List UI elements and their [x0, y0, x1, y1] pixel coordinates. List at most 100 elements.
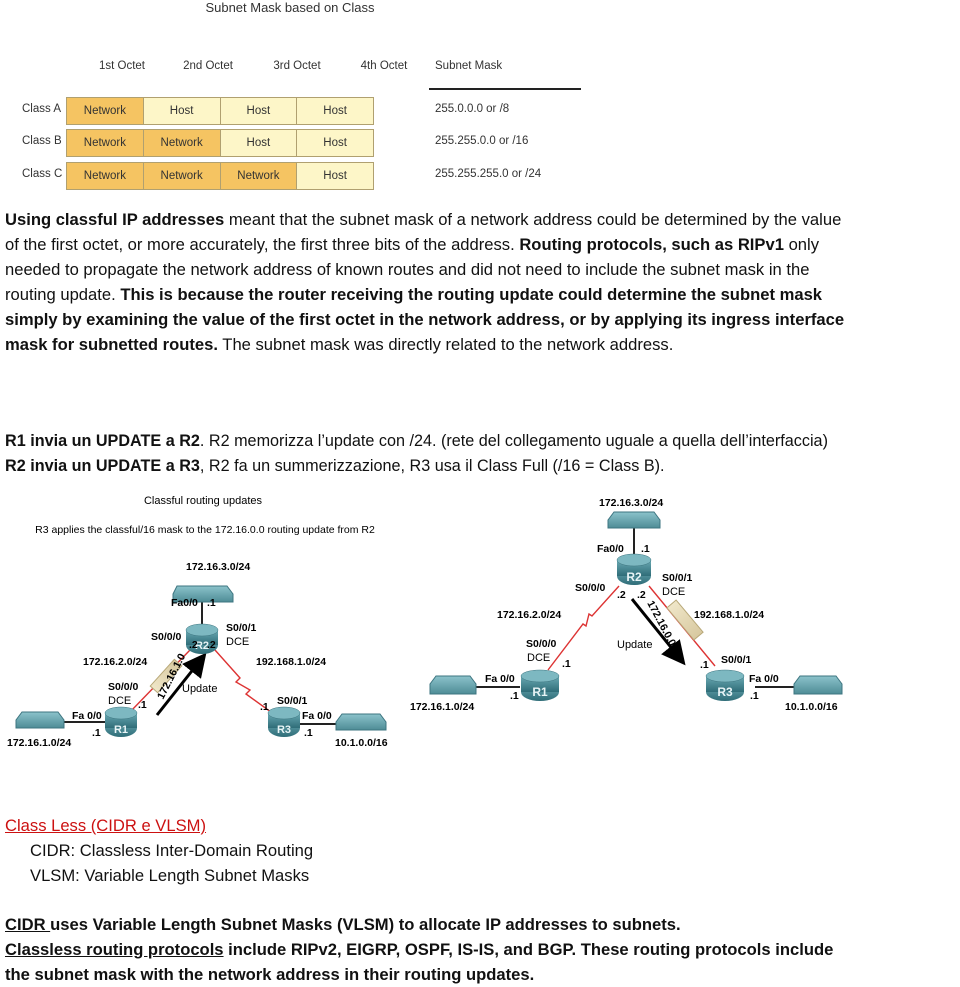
net-label: 10.1.0.0/16 [785, 701, 838, 713]
host-cell: Host [220, 98, 297, 124]
net-label-top: 172.16.3.0/24 [186, 561, 250, 573]
switch-icon: 172.16.3.0/24 [599, 497, 663, 529]
iface-label: Fa 0/0 [302, 710, 332, 722]
iface-label: Fa0/0 [597, 543, 624, 555]
text: only [783, 235, 820, 254]
update-label: Update [617, 639, 652, 651]
text: of the first octet, or more accurately, … [5, 235, 520, 254]
ip-label: .1 [750, 690, 759, 702]
bold-text: uses Variable Length Subnet Masks (VLSM)… [50, 915, 681, 934]
net-label: 192.168.1.0/24 [694, 609, 764, 621]
subnet-mask-value: 255.0.0.0 or /8 [435, 103, 510, 115]
diagram-subtitle: R3 applies the classful/16 mask to the 1… [35, 524, 375, 536]
iface-label: Fa 0/0 [72, 710, 102, 722]
diagram-title: Classful routing updates [144, 495, 263, 507]
ip-label: .2 [617, 589, 626, 601]
diagram-left: Classful routing updates R3 applies the … [7, 495, 388, 749]
iface-label: S0/0/0 [108, 681, 139, 693]
iface-label: S0/0/0 [526, 638, 557, 650]
network-cell: Network [67, 163, 143, 189]
header-2nd-octet: 2nd Octet [183, 60, 233, 72]
bold-text: the subnet mask with the network address… [5, 965, 535, 984]
switch-icon [429, 675, 477, 695]
bold-text: This is because the router receiving the… [120, 285, 823, 304]
class-label: Class A [22, 103, 61, 115]
ip-label: .1 [138, 699, 147, 711]
text: The subnet mask was directly related to … [218, 335, 674, 354]
text: meant that the subnet mask of a network … [224, 210, 842, 229]
link-r1-r2 [547, 585, 620, 671]
text: routing update. [5, 285, 121, 304]
network-cell: Network [143, 163, 220, 189]
header-subnet-mask: Subnet Mask [435, 60, 503, 72]
ip-label: .1 [562, 658, 571, 670]
header-underline [429, 88, 581, 90]
ip-label: .1 [700, 659, 709, 671]
classless-paragraph: CIDR uses Variable Length Subnet Masks (… [5, 912, 957, 987]
router-r1-icon: R1 [104, 706, 138, 737]
iface-label: S0/0/0 [575, 582, 606, 594]
router-r1-icon: R1 [520, 669, 560, 701]
ip-label: .1 [92, 727, 101, 739]
bold-text: include RIPv2, EIGRP, OSPF, IS-IS, and B… [223, 940, 834, 959]
update-label: Update [182, 683, 217, 695]
router-label: R3 [717, 685, 733, 699]
router-r3-icon: R3 [267, 706, 301, 737]
bold-text: R1 invia un UPDATE a R2 [5, 432, 200, 450]
ip-label: .1 [641, 543, 650, 555]
cidr-term: CIDR [5, 915, 51, 934]
net-label: 172.16.1.0/24 [7, 737, 71, 749]
router-r2-icon: R2 [616, 553, 652, 585]
switch-icon [335, 713, 387, 731]
router-label: R1 [532, 685, 548, 699]
network-cell: Network [67, 130, 143, 156]
ip-label: .2 [189, 639, 198, 651]
network-cell: Network [220, 163, 297, 189]
class-label: Class B [22, 135, 62, 147]
host-cell: Host [297, 130, 373, 156]
ip-label: .1 [207, 597, 216, 609]
bold-text: simply by examining the value of the fir… [5, 310, 845, 329]
text: needed to propagate the network address … [5, 260, 810, 279]
routing-diagrams: Classful routing updates R3 applies the … [7, 495, 843, 749]
subnet-mask-value: 255.255.255.0 or /24 [435, 168, 542, 180]
subnet-mask-value: 255.255.0.0 or /16 [435, 135, 529, 147]
router-label: R1 [114, 724, 128, 736]
iface-label: S0/0/1 [226, 622, 257, 634]
header-4th-octet: 4th Octet [360, 60, 408, 72]
class-row: Network Network Host Host [66, 129, 374, 157]
cidr-definition: CIDR: Classless Inter-Domain Routing [30, 841, 314, 860]
net-label: 10.1.0.0/16 [335, 737, 388, 749]
host-cell: Host [297, 163, 373, 189]
net-label: 172.16.2.0/24 [83, 656, 147, 668]
router-r3-icon: R3 [705, 669, 745, 701]
iface-label: Fa0/0 [171, 597, 198, 609]
diagram-right: 172.16.0.0 Update 172.16.3.0/24 R2 R1 R3… [410, 497, 843, 713]
figure-title: Subnet Mask based on Class [205, 0, 375, 15]
host-cell: Host [143, 98, 220, 124]
ip-label: .1 [510, 690, 519, 702]
net-label: 192.168.1.0/24 [256, 656, 326, 668]
iface-label: S0/0/1 [721, 654, 752, 666]
iface-label: Fa 0/0 [485, 673, 515, 685]
update-paragraph: R1 invia un UPDATE a R2. R2 memorizza l’… [5, 429, 957, 479]
net-label: 172.16.2.0/24 [497, 609, 561, 621]
bold-text: Using classful IP addresses [5, 210, 225, 229]
vlsm-definition: VLSM: Variable Length Subnet Masks [30, 866, 310, 885]
iface-label: Fa 0/0 [749, 673, 779, 685]
bold-text: R2 invia un UPDATE a R3 [5, 457, 200, 475]
switch-icon [793, 675, 843, 695]
text: . R2 memorizza l’update con /24. (rete d… [199, 432, 828, 450]
classless-protocols-term: Classless routing protocols [5, 940, 224, 959]
text: , R2 fa un summerizzazione, R3 usa il Cl… [199, 457, 665, 475]
iface-label: S0/0/0 [151, 631, 182, 643]
classful-paragraph: Using classful IP addresses meant that t… [5, 207, 957, 357]
ip-label: .1 [260, 701, 269, 713]
switch-icon [15, 711, 65, 729]
header-3rd-octet: 3rd Octet [273, 60, 321, 72]
ip-label: .2 [207, 639, 216, 651]
ip-label: .2 [637, 589, 646, 601]
class-row: Network Host Host Host [66, 97, 374, 125]
dce-label: DCE [527, 652, 550, 664]
header-1st-octet: 1st Octet [98, 60, 146, 72]
